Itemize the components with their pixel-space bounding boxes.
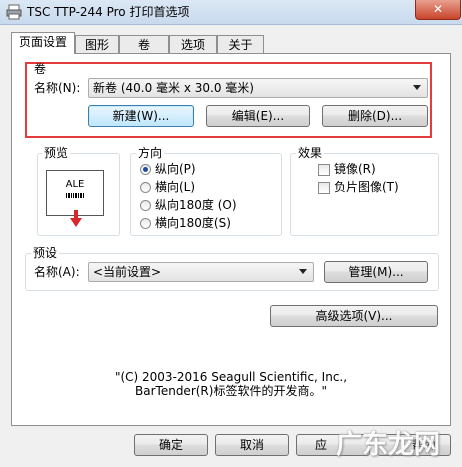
printer-icon — [6, 4, 22, 20]
preview-group-title: 预览 — [42, 146, 71, 160]
preset-group-title: 预设 — [31, 246, 60, 260]
portrait-radio[interactable] — [140, 164, 151, 175]
roll-name-label: 名称(N): — [34, 81, 81, 95]
window-title: TSC TTP-244 Pro 打印首选项 — [27, 5, 190, 19]
roll-group-title: 卷 — [34, 62, 47, 76]
delete-roll-button[interactable]: 删除(D)... — [322, 105, 428, 127]
manage-button[interactable]: 管理(M)... — [324, 261, 428, 283]
cancel-button[interactable]: 取消 — [215, 434, 289, 456]
landscape-180-radio[interactable] — [140, 218, 151, 229]
negative-image-label: 负片图像(T) — [334, 180, 399, 194]
mirror-label: 镜像(R) — [334, 162, 376, 176]
orientation-group-title: 方向 — [136, 146, 165, 160]
portrait-180-radio[interactable] — [140, 200, 151, 211]
preset-name-label: 名称(A): — [34, 265, 80, 279]
tab-about[interactable]: 关于 — [217, 35, 264, 53]
portrait-label: 纵向(P) — [155, 162, 196, 176]
tab-page-setup[interactable]: 页面设置 — [11, 32, 75, 54]
effects-group-title: 效果 — [296, 146, 325, 160]
landscape-180-label: 横向180度(S) — [155, 216, 231, 230]
close-button[interactable]: ✕ — [415, 0, 461, 20]
watermark: 广东龙网 — [336, 430, 441, 460]
advanced-options-button[interactable]: 高级选项(V)... — [270, 305, 438, 327]
mirror-checkbox[interactable] — [318, 164, 330, 176]
tab-roll[interactable]: 卷 — [119, 35, 169, 53]
roll-name-select[interactable]: 新卷 (40.0 毫米 x 30.0 毫米) — [88, 78, 428, 98]
new-roll-button[interactable]: 新建(W)... — [88, 105, 194, 127]
barcode-icon — [66, 193, 84, 198]
preset-select[interactable]: <当前设置> — [88, 262, 314, 282]
tab-options[interactable]: 选项 — [169, 35, 217, 53]
feed-direction-arrow-icon — [70, 210, 82, 227]
landscape-label: 横向(L) — [155, 180, 196, 194]
negative-image-checkbox[interactable] — [318, 182, 330, 194]
edit-roll-button[interactable]: 编辑(E)... — [206, 105, 310, 127]
preview-sample-text: ALE — [65, 179, 85, 190]
copyright-line-2: BarTender(R)标签软件的开发商。" — [135, 384, 327, 398]
preset-value: <当前设置> — [93, 265, 162, 279]
chevron-down-icon — [413, 85, 421, 90]
portrait-180-label: 纵向180度 (O) — [155, 198, 237, 212]
tab-graphics[interactable]: 图形 — [75, 35, 119, 53]
landscape-radio[interactable] — [140, 182, 151, 193]
roll-name-value: 新卷 (40.0 毫米 x 30.0 毫米) — [93, 81, 254, 95]
ok-button[interactable]: 确定 — [134, 434, 208, 456]
chevron-down-icon — [299, 269, 307, 274]
